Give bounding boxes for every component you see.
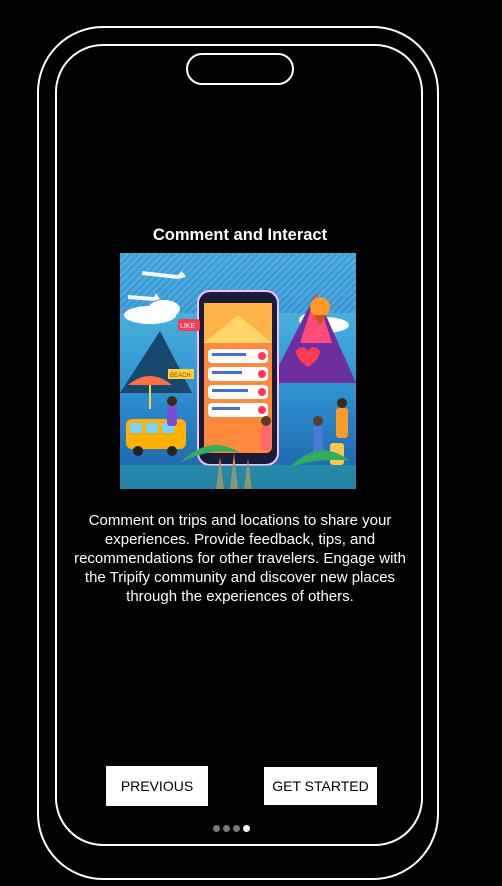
beach-sign: BEACH: [170, 373, 191, 379]
get-started-button[interactable]: GET STARTED: [264, 767, 377, 805]
previous-button[interactable]: PREVIOUS: [106, 766, 208, 806]
screen-title: Comment and Interact: [152, 226, 328, 244]
page-dot-3[interactable]: [233, 825, 240, 832]
page-dot-4-active[interactable]: [243, 825, 250, 832]
page-dot-2[interactable]: [223, 825, 230, 832]
page-indicator: [213, 825, 250, 833]
page-dot-1[interactable]: [213, 825, 220, 832]
like-badge: LIKE: [180, 323, 196, 330]
onboarding-illustration: LIKE BEACH: [120, 253, 356, 489]
phone-notch: [186, 53, 294, 85]
screen-description: Comment on trips and locations to share …: [74, 512, 406, 605]
